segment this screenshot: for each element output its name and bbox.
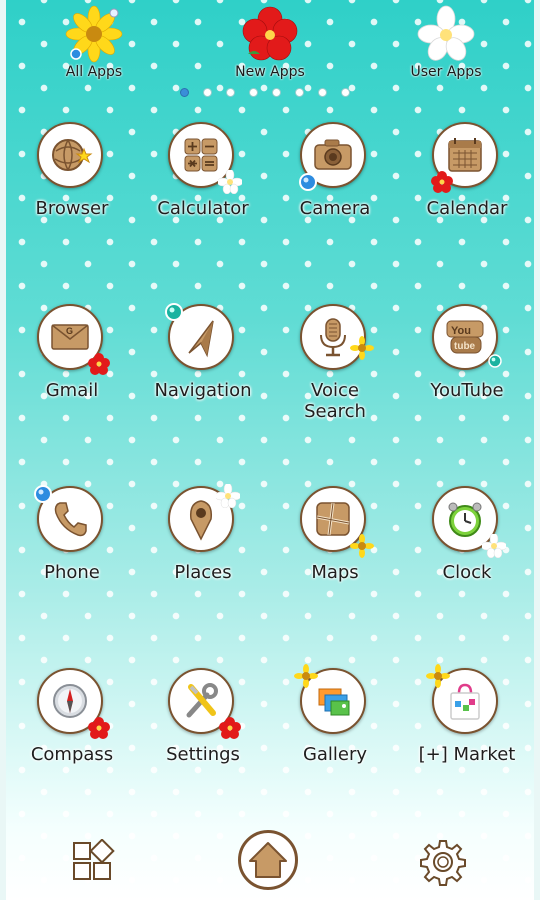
home-icon (249, 842, 287, 878)
app-label: Compass (30, 744, 114, 765)
category-bar: All Apps New Apps User Apps (0, 0, 540, 97)
app-label: Places (174, 562, 232, 583)
page-indicator (180, 88, 360, 100)
app-navigation[interactable]: Navigation (138, 303, 268, 401)
yellow-flower-icon (65, 5, 123, 63)
yellow-flower-decoration-icon (350, 336, 374, 360)
red-flower-decoration-icon (431, 171, 453, 193)
app-camera[interactable]: Camera (270, 122, 400, 219)
app-youtube[interactable]: You tube YouTube (402, 304, 532, 401)
app-phone[interactable]: Phone (7, 485, 137, 583)
app-label: Maps (311, 562, 359, 583)
page-dot (341, 88, 350, 97)
app-label: Calculator (157, 198, 249, 219)
category-label: New Apps (235, 64, 305, 80)
svg-text:tube: tube (454, 341, 476, 352)
white-plumeria-icon (417, 5, 475, 61)
app-label: Camera (299, 198, 371, 219)
app-calendar[interactable]: Calendar (402, 122, 532, 219)
blue-gem-decoration-icon (34, 485, 52, 503)
app-label: [+] Market (418, 744, 516, 765)
page-dot (203, 88, 212, 97)
white-flower-decoration-icon (218, 170, 242, 194)
app-browser[interactable]: Browser (7, 122, 137, 219)
teal-gem-decoration-icon (488, 354, 502, 368)
app-label: YouTube (430, 380, 504, 401)
category-label: All Apps (65, 64, 123, 80)
app-drawer-icon (73, 839, 115, 880)
app-label: Browser (35, 198, 109, 219)
white-flower-decoration-icon (216, 484, 240, 508)
app-label: Gmail (45, 380, 99, 401)
app-label: Gallery (302, 744, 368, 765)
yellow-flower-decoration-icon (350, 534, 374, 558)
gear-icon (420, 840, 466, 886)
screen-frame-left (0, 0, 6, 900)
category-new-apps[interactable]: New Apps (210, 4, 330, 80)
app-label: Settings (166, 744, 240, 765)
page-dot (295, 88, 304, 97)
blue-gem-decoration-icon (299, 173, 317, 191)
app-compass[interactable]: Compass (7, 668, 137, 765)
app-drawer-button[interactable] (68, 838, 120, 886)
page-dot (226, 88, 235, 97)
svg-text:G: G (66, 326, 73, 336)
app-gallery[interactable]: Gallery (270, 664, 400, 765)
youtube-icon: You tube (446, 320, 484, 354)
app-settings[interactable]: Settings (138, 668, 268, 765)
yellow-flower-decoration-icon (294, 664, 318, 688)
app-gmail[interactable]: G Gmail (7, 304, 137, 401)
app-maps[interactable]: Maps (270, 486, 400, 583)
app-market[interactable]: [+] Market (402, 664, 532, 765)
teal-gem-decoration-icon (165, 303, 183, 321)
page-dot (318, 88, 327, 97)
app-label: Phone (44, 562, 100, 583)
category-user-apps[interactable]: User Apps (386, 4, 506, 80)
white-flower-decoration-icon (482, 534, 506, 558)
red-hibiscus-icon (242, 6, 298, 61)
red-flower-decoration-icon (88, 353, 110, 375)
app-label: Navigation (154, 380, 252, 401)
page-dot (272, 88, 281, 97)
dock-bar (0, 820, 540, 900)
app-places[interactable]: Places (138, 484, 268, 583)
app-label: Voice Search (304, 380, 366, 422)
category-all-apps[interactable]: All Apps (34, 4, 154, 80)
home-button[interactable] (238, 830, 298, 890)
browser-icon (52, 139, 93, 171)
yellow-flower-decoration-icon (426, 664, 450, 688)
category-label: User Apps (410, 64, 482, 80)
red-flower-decoration-icon (88, 717, 110, 739)
settings-button[interactable] (418, 838, 468, 886)
red-flower-decoration-icon (219, 717, 241, 739)
app-calculator[interactable]: Calculator (138, 122, 268, 219)
page-dot (249, 88, 258, 97)
app-label: Calendar (426, 198, 508, 219)
page-dot-active (180, 88, 189, 97)
app-voice-search[interactable]: Voice Search (270, 304, 400, 422)
screen-frame-right (534, 0, 540, 900)
app-label: Clock (442, 562, 492, 583)
svg-text:You: You (451, 325, 471, 337)
app-clock[interactable]: Clock (402, 486, 532, 583)
